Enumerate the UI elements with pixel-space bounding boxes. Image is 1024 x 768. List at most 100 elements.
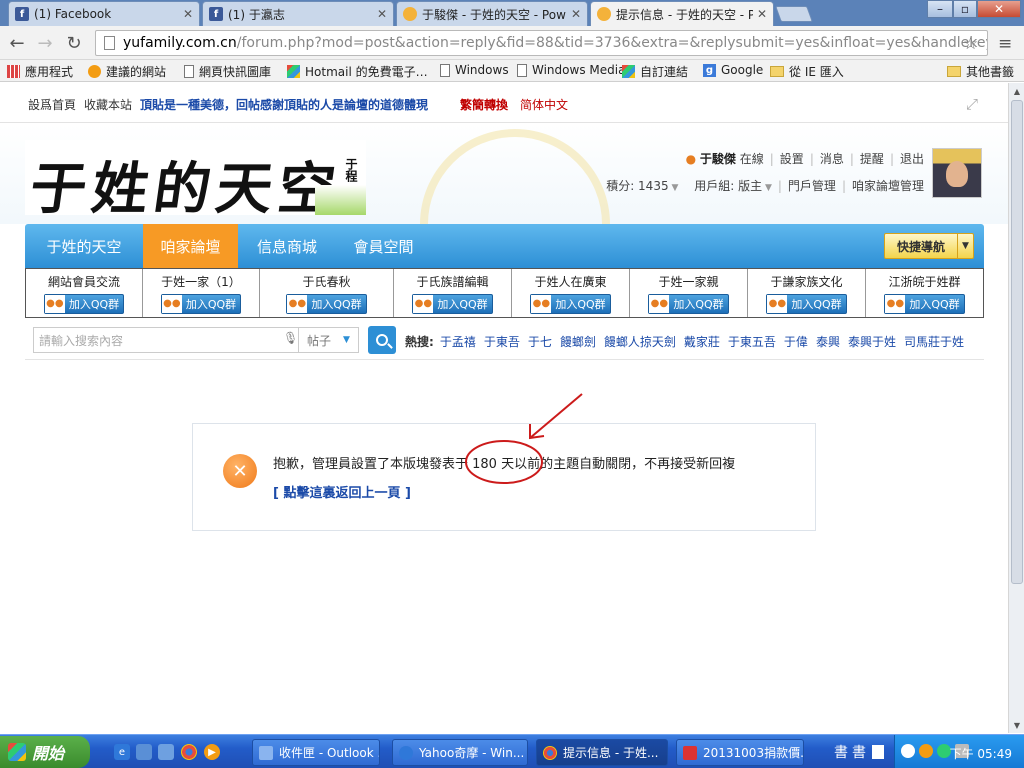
slogan-link[interactable]: 頂貼是一種美德，回帖感謝頂貼的人是論壇的道德體現: [140, 96, 428, 113]
bookmark-webslices[interactable]: 網頁快訊圖庫: [184, 63, 271, 80]
tab-facebook[interactable]: f (1) Facebook ✕: [8, 1, 200, 26]
outlook-icon[interactable]: [158, 744, 174, 760]
close-icon[interactable]: ✕: [571, 7, 581, 21]
usergroup-menu[interactable]: 用戶組: 版主: [694, 179, 762, 193]
hot-search-link[interactable]: 泰興于姓: [848, 335, 896, 349]
bookmark-custom-links[interactable]: 自訂連結: [622, 63, 688, 80]
tab-facebook-2[interactable]: f (1) 于瀛志 ✕: [202, 1, 394, 26]
join-qq-group-button[interactable]: ●● 加入QQ群: [43, 293, 125, 314]
expand-icon[interactable]: ⤢: [966, 95, 978, 113]
hot-search-link[interactable]: 司馬莊于姓: [904, 335, 964, 349]
qq-group-cell: 于姓人在廣東 ●● 加入QQ群: [512, 269, 630, 317]
search-icon: [376, 334, 388, 346]
bookmark-ie-import[interactable]: 從 IE 匯入: [770, 63, 844, 80]
desktop-icon[interactable]: [136, 744, 152, 760]
join-qq-group-button[interactable]: ●● 加入QQ群: [286, 293, 367, 314]
bookmark-label: 建議的網站: [106, 65, 167, 79]
task-image[interactable]: 20131003捐款價...: [676, 739, 804, 766]
bookmark-windows[interactable]: Windows: [440, 63, 509, 77]
task-outlook[interactable]: 收件匣 - Outlook ...: [252, 739, 380, 766]
search-button[interactable]: [368, 326, 396, 354]
bookmark-site-link[interactable]: 收藏本站: [84, 96, 132, 113]
ie-icon[interactable]: e: [114, 744, 130, 760]
trad-convert-link[interactable]: 繁簡轉換: [460, 96, 508, 113]
tab-forum-user[interactable]: 于駿傑 - 于姓的天空 - Pow ✕: [396, 1, 588, 26]
ime-indicator-2[interactable]: 書: [852, 742, 866, 762]
new-tab-button[interactable]: [775, 6, 813, 22]
microphone-icon[interactable]: 🎙: [283, 331, 298, 347]
close-icon[interactable]: ✕: [183, 7, 193, 21]
join-qq-group-button[interactable]: ●● 加入QQ群: [884, 293, 965, 314]
hot-search-link[interactable]: 于七: [528, 335, 552, 349]
hot-search-link[interactable]: 于偉: [784, 335, 808, 349]
bookmark-apps[interactable]: 應用程式: [7, 63, 73, 80]
vertical-scrollbar[interactable]: ▲ ▼: [1008, 83, 1024, 733]
hot-search-link[interactable]: 于東吾: [484, 335, 520, 349]
join-qq-group-button[interactable]: ●● 加入QQ群: [160, 293, 242, 314]
maximize-button[interactable]: ▫: [953, 0, 977, 18]
desktop-toggle-icon[interactable]: [872, 745, 884, 759]
hot-search-link[interactable]: 饅螂人掠天劍: [604, 335, 676, 349]
bookmark-other[interactable]: 其他書籤: [947, 63, 1014, 80]
avatar[interactable]: [932, 148, 982, 198]
tab-forum-notice[interactable]: 提示信息 - 于姓的天空 - Po ✕: [590, 1, 774, 26]
notices-link[interactable]: 提醒: [860, 152, 884, 166]
bookmark-windows-media[interactable]: Windows Media: [517, 63, 625, 77]
go-back-link[interactable]: [ 點擊這裏返回上一頁 ]: [273, 482, 411, 501]
join-qq-group-button[interactable]: ●● 加入QQ群: [648, 293, 729, 314]
hot-search-link[interactable]: 饅螂劍: [560, 335, 596, 349]
scroll-thumb[interactable]: [1011, 100, 1023, 584]
task-yahoo[interactable]: Yahoo奇摩 - Win...: [392, 739, 528, 766]
ime-indicator[interactable]: 書: [834, 742, 848, 762]
menu-icon[interactable]: ≡: [998, 34, 1012, 54]
online-status[interactable]: 在線: [740, 152, 764, 166]
join-qq-group-button[interactable]: ●● 加入QQ群: [766, 293, 847, 314]
username-link[interactable]: 于駿傑: [700, 152, 736, 166]
simplified-chinese-link[interactable]: 简体中文: [520, 96, 568, 113]
scroll-down-icon[interactable]: ▼: [1009, 717, 1024, 733]
search-input[interactable]: 請輸入搜索內容: [33, 327, 299, 353]
messages-link[interactable]: 消息: [820, 152, 844, 166]
close-icon[interactable]: ✕: [757, 7, 767, 21]
tray-expand-icon[interactable]: [901, 744, 915, 758]
hot-search-link[interactable]: 于孟禧: [440, 335, 476, 349]
chrome-icon[interactable]: [181, 744, 197, 760]
media-player-icon[interactable]: ▶: [204, 744, 220, 760]
nav-mall[interactable]: 信息商城: [238, 224, 336, 268]
hot-search-link[interactable]: 于東五吾: [728, 335, 776, 349]
settings-link[interactable]: 設置: [780, 152, 804, 166]
quick-nav-button[interactable]: 快捷導航 ▼: [884, 233, 974, 259]
bookmark-suggested[interactable]: 建議的網站: [88, 63, 166, 80]
nav-forum[interactable]: 咱家論壇: [143, 224, 238, 268]
browser-tab-strip: f (1) Facebook ✕ f (1) 于瀛志 ✕ 于駿傑 - 于姓的天空…: [0, 0, 1024, 26]
minimize-button[interactable]: –: [927, 0, 953, 18]
join-qq-group-button[interactable]: ●● 加入QQ群: [530, 293, 611, 314]
bookmark-google[interactable]: g Google: [703, 63, 763, 77]
nav-member-space[interactable]: 會員空間: [336, 224, 431, 268]
set-home-link[interactable]: 設爲首頁: [28, 96, 76, 113]
credits-menu[interactable]: 積分: 1435: [606, 179, 668, 193]
bookmark-star-icon[interactable]: ☆: [963, 34, 978, 54]
forum-admin-link[interactable]: 咱家論壇管理: [852, 179, 924, 193]
close-icon[interactable]: ✕: [377, 7, 387, 21]
forward-arrow-icon[interactable]: →: [34, 32, 56, 54]
close-window-button[interactable]: ✕: [977, 0, 1021, 18]
back-arrow-icon[interactable]: ←: [6, 32, 28, 54]
logout-link[interactable]: 退出: [900, 152, 924, 166]
reload-icon[interactable]: ↻: [63, 32, 85, 54]
site-logo[interactable]: 于姓的天空 于程: [25, 140, 366, 215]
task-chrome[interactable]: 提示信息 - 于姓...: [536, 739, 668, 766]
hot-search-link[interactable]: 戴家莊: [684, 335, 720, 349]
portal-admin-link[interactable]: 門戶管理: [788, 179, 836, 193]
bookmarks-bar: 應用程式 建議的網站 網頁快訊圖庫 Hotmail 的免費電子… Windows…: [0, 60, 1024, 82]
nav-home[interactable]: 于姓的天空: [25, 224, 143, 268]
hot-search-link[interactable]: 泰興: [816, 335, 840, 349]
start-button[interactable]: 開始: [0, 736, 90, 768]
search-type-select[interactable]: 帖子 ▼: [299, 327, 359, 353]
clock[interactable]: 下午 05:49: [950, 745, 1012, 762]
bookmark-hotmail[interactable]: Hotmail 的免費電子…: [287, 63, 428, 80]
scroll-up-icon[interactable]: ▲: [1009, 83, 1024, 99]
join-qq-group-button[interactable]: ●● 加入QQ群: [412, 293, 493, 314]
address-bar[interactable]: yufamily.com.cn/forum.php?mod=post&actio…: [95, 30, 988, 56]
tray-app-icon[interactable]: [919, 744, 933, 758]
